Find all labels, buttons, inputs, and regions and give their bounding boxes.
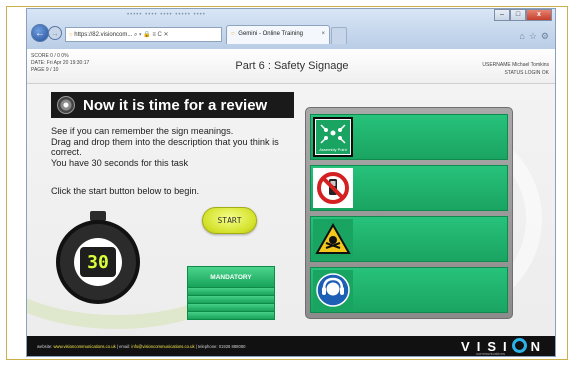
username-line: USERNAME Michael Tomkins [482,62,549,68]
phone-value: 01926 888080 [218,344,246,349]
new-tab-button[interactable] [331,27,347,44]
drag-label-stack: MANDATORY [187,266,275,320]
no-mobile-phones-sign-icon [313,168,353,208]
logo-ring-icon [511,338,527,353]
sign-caption: Assembly Point [319,147,347,152]
user-info: USERNAME Michael Tomkins STATUS LOGIN OK [482,61,549,77]
logo-subtitle: communications [476,351,505,356]
drop-target-row[interactable] [310,165,508,211]
favorites-icon[interactable]: ☆ [529,31,537,42]
draggable-label-slot[interactable] [187,304,275,312]
eye-icon [57,96,75,114]
maximize-button[interactable]: □ [510,9,526,21]
page-footer: website: www.visioncommunications.co.uk … [27,336,555,356]
assembly-point-sign-icon: Assembly Point [313,117,353,157]
instruction-line: You have 30 seconds for this task [51,157,189,168]
phone-label: | telephone: [194,344,219,349]
forward-button[interactable]: → [48,26,62,40]
tab-favicon-icon: ○ [231,31,235,37]
score-line: SCORE 0 / 0 0% [31,53,69,59]
start-hint: Click the start button below to begin. [51,186,200,196]
address-bar[interactable]: ○ https://82.visioncom... ⌕ ▾ 🔒 ≡ C ✕ [65,27,222,42]
back-button[interactable]: ← [31,24,49,42]
window-controls: – □ x [494,9,552,21]
settings-icon[interactable]: ⚙ [541,31,549,42]
start-button[interactable]: START [202,207,257,234]
draggable-label-slot[interactable] [187,312,275,320]
review-heading: Now it is time for a review [51,92,294,118]
tab-gemini-online-training[interactable]: ○ Gemini - Online Training × [226,25,330,44]
minimize-button[interactable]: – [494,9,510,21]
drop-target-row[interactable] [310,267,508,313]
page-title: Part 6 : Safety Signage [235,60,349,72]
browser-window: ••••• •••• •••• ••••• •••• ← → ○ https:/… [26,8,556,357]
stopwatch-timer: 30 [56,220,140,304]
instruction-line: Drag and drop them into the description … [51,136,279,158]
stopwatch-inner: 30 [74,238,122,286]
footer-contact: website: www.visioncommunications.co.uk … [37,344,245,349]
drop-target-row[interactable] [310,216,508,262]
instructions: See if you can remember the sign meaning… [51,126,301,168]
menu-bar: ••••• •••• •••• ••••• •••• [127,12,206,18]
website-label: website: [37,344,54,349]
tab-title: Gemini - Online Training [238,31,303,37]
timer-display: 30 [80,247,116,277]
drop-target-row[interactable]: Assembly Point [310,114,508,160]
website-link[interactable]: www.visioncommunications.co.uk [54,344,116,349]
course-header: SCORE 0 / 0 0% DATE: Fri Apr 20 19:30:17… [27,49,555,84]
close-window-button[interactable]: x [526,9,552,21]
status-line: STATUS LOGIN OK [504,70,549,76]
page-icon: ○ [69,32,73,38]
instruction-line: See if you can remember the sign meaning… [51,126,234,136]
browser-tools: ⌂ ☆ ⚙ [519,31,549,42]
browser-titlebar: ••••• •••• •••• ••••• •••• ← → ○ https:/… [27,9,555,49]
review-heading-text: Now it is time for a review [83,96,268,114]
training-page: SCORE 0 / 0 0% DATE: Fri Apr 20 19:30:17… [27,49,555,356]
home-icon[interactable]: ⌂ [519,31,524,42]
ear-protection-sign-icon [313,270,353,310]
address-url: https://82.visioncom... [74,32,133,38]
draggable-label-slot[interactable] [187,296,275,304]
draggable-label-mandatory[interactable]: MANDATORY [187,266,275,288]
email-link[interactable]: info@visioncommunications.co.uk [131,344,194,349]
address-controls[interactable]: ⌕ ▾ 🔒 ≡ C ✕ [134,32,169,38]
tab-close-icon[interactable]: × [321,31,325,37]
sign-drop-panel: Assembly Point [305,107,513,319]
draggable-label-slot[interactable] [187,288,275,296]
logo-text-end: N [530,339,547,354]
email-label: | email: [115,344,132,349]
toxic-hazard-sign-icon [313,219,353,259]
